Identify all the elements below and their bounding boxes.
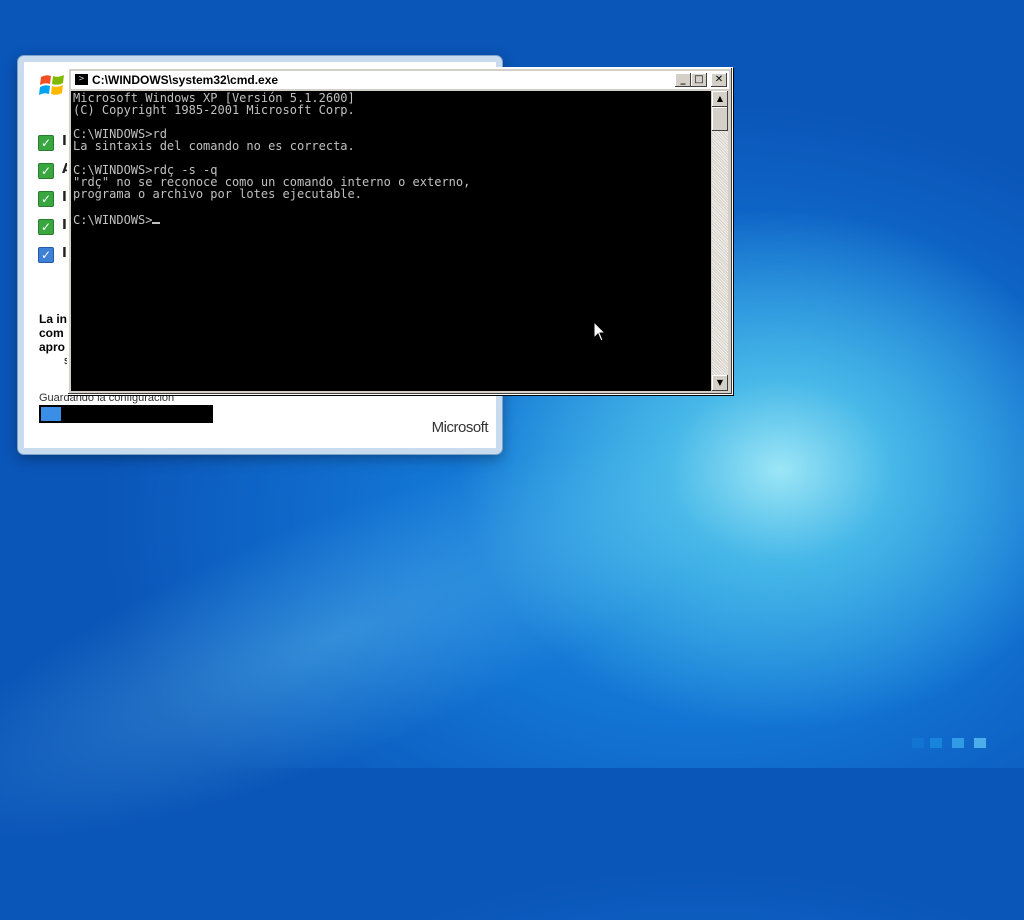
setup-progress-fill — [41, 407, 61, 421]
step-complete-check-icon: ✓ — [38, 191, 54, 207]
windows-logo-icon — [39, 75, 64, 95]
wallpaper-decoration — [974, 738, 986, 748]
scroll-down-button[interactable]: ▼ — [712, 375, 728, 391]
mouse-pointer-icon — [593, 321, 607, 342]
step-current-check-icon: ✓ — [38, 247, 54, 263]
wallpaper-decoration — [912, 738, 924, 748]
wallpaper-decoration — [930, 738, 942, 748]
microsoft-brand-logo: Microsoft — [431, 419, 489, 436]
close-button[interactable]: ✕ — [711, 73, 727, 87]
vertical-scrollbar[interactable]: ▲ ▼ — [712, 91, 728, 391]
text-cursor — [152, 212, 161, 224]
scroll-thumb[interactable] — [712, 107, 728, 131]
cmd-titlebar[interactable]: > C:\WINDOWS\system32\cmd.exe _ □ ✕ — [71, 71, 729, 89]
step-complete-check-icon: ✓ — [38, 219, 54, 235]
setup-info-text: apro — [39, 340, 66, 354]
step-complete-check-icon: ✓ — [38, 163, 54, 179]
setup-info-text: com — [39, 326, 64, 340]
console-prompt: C:\WINDOWS> — [73, 213, 153, 227]
scroll-up-button[interactable]: ▲ — [712, 91, 728, 107]
console-line: programa o archivo por lotes ejecutable. — [73, 187, 362, 201]
cmd-window-title: C:\WINDOWS\system32\cmd.exe — [92, 73, 279, 87]
cmd-icon[interactable]: > — [75, 74, 88, 85]
console-line: (C) Copyright 1985-2001 Microsoft Corp. — [73, 103, 355, 117]
console-output[interactable]: Microsoft Windows XP [Versión 5.1.2600] … — [71, 91, 711, 226]
wallpaper-decoration — [952, 738, 964, 748]
minimize-button[interactable]: _ — [675, 73, 691, 87]
setup-info-text: La in — [39, 312, 68, 326]
setup-progress-bar — [39, 405, 213, 423]
step-complete-check-icon: ✓ — [38, 135, 54, 151]
maximize-button[interactable]: □ — [691, 73, 707, 87]
console-line: La sintaxis del comando no es correcta. — [73, 139, 355, 153]
cmd-window[interactable]: > C:\WINDOWS\system32\cmd.exe _ □ ✕ Micr… — [67, 67, 733, 395]
cmd-console[interactable]: Microsoft Windows XP [Versión 5.1.2600] … — [71, 91, 711, 391]
